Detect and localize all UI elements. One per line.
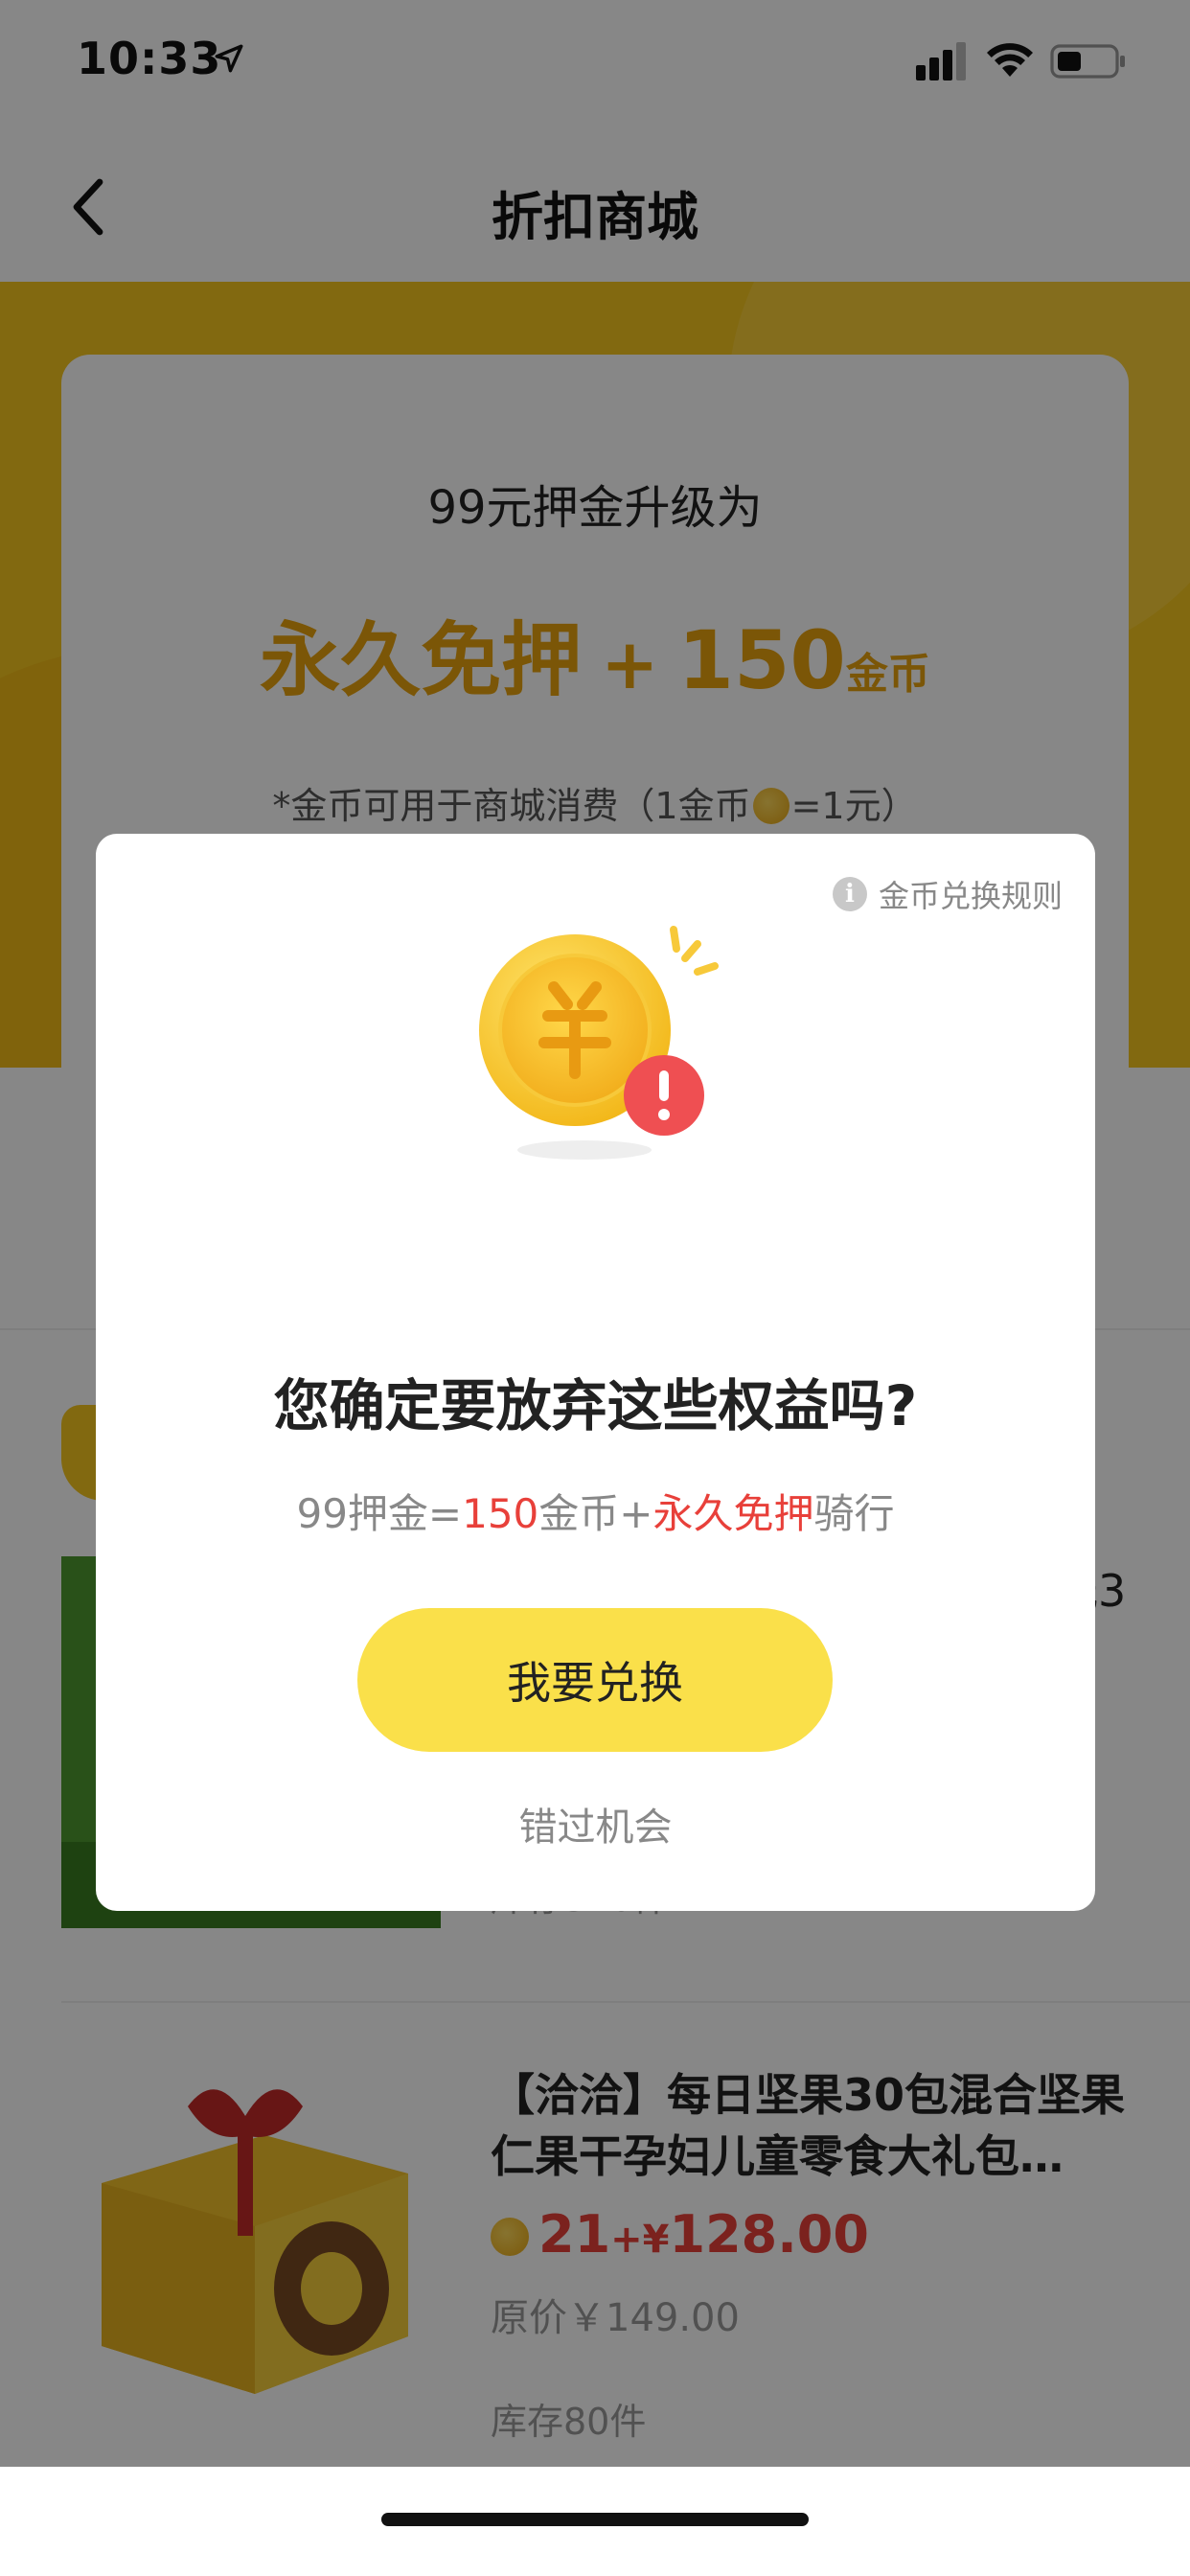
confirm-dialog: i 金币兑换规则 您确定要放弃这些权益吗? 99押金=150金币+永久免押骑行 … [96,834,1095,1911]
dismiss-link[interactable]: 错过机会 [96,1796,1095,1852]
coin-rules-label: 金币兑换规则 [878,878,1063,914]
dialog-subtitle-part: 99押金= [296,1490,463,1537]
coin-rules-link[interactable]: i 金币兑换规则 [832,872,1063,916]
exchange-button[interactable]: 我要兑换 [357,1608,833,1752]
home-indicator-area [0,2467,1190,2576]
dialog-title: 您确定要放弃这些权益吗? [273,1373,918,1438]
dialog-subtitle-highlight: 150 [462,1490,539,1537]
home-indicator[interactable] [381,2513,809,2526]
dialog-subtitle-part: 金币+ [538,1490,653,1537]
coin-warning-icon [479,926,719,1160]
info-icon: i [832,877,867,911]
dialog-subtitle-part: 骑行 [813,1490,895,1537]
dialog-subtitle-highlight: 永久免押 [652,1490,814,1537]
dialog-subtitle: 99押金=150金币+永久免押骑行 [96,1482,1095,1540]
